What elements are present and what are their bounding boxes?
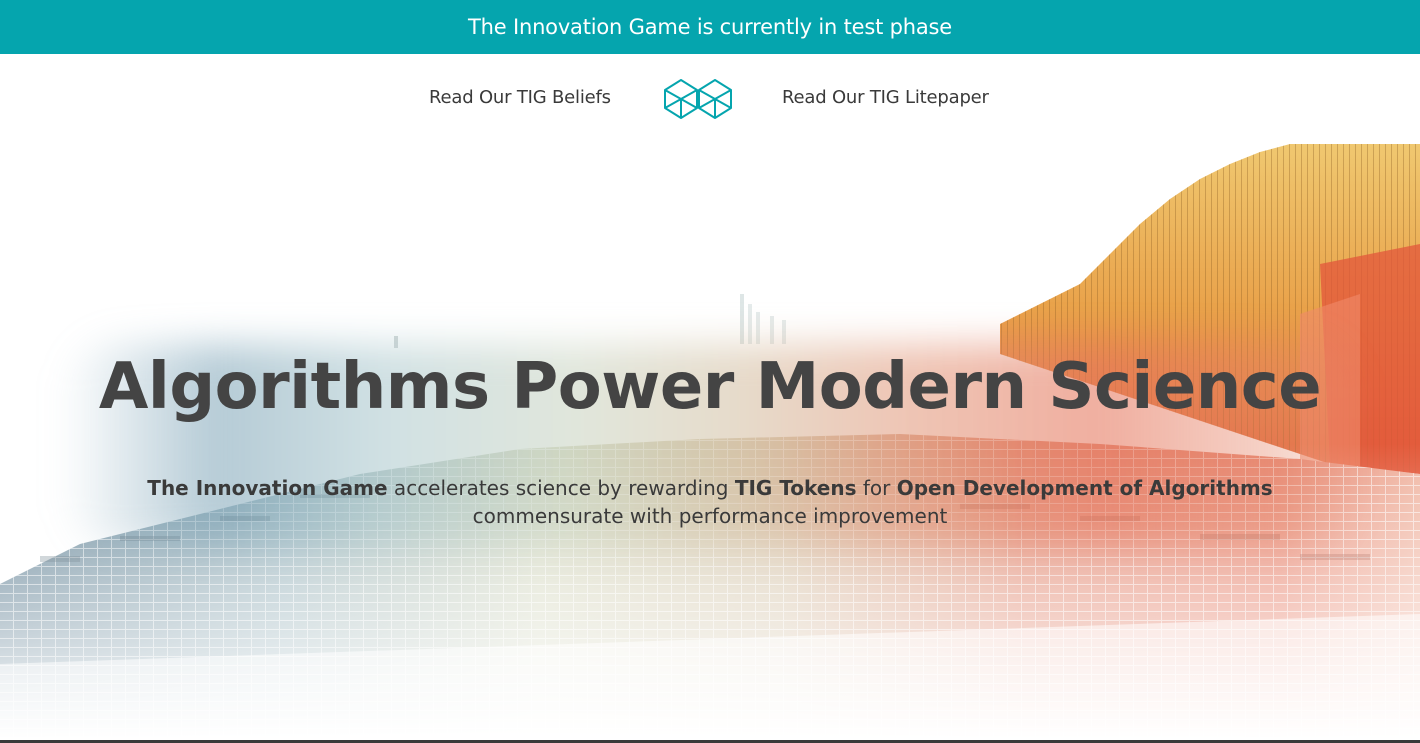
litepaper-link[interactable]: Read Our TIG Litepaper [782,87,989,108]
sub-bold-open-dev: Open Development of Algorithms [896,476,1273,500]
hero-section: Algorithms Power Modern Science The Inno… [0,144,1420,740]
sub-line-2: commensurate with performance improvemen… [472,504,948,528]
top-navigation: Read Our TIG Beliefs Read Our TIG Litepa… [0,54,1420,144]
announcement-banner: The Innovation Game is currently in test… [0,0,1420,54]
hero-subheadline: The Innovation Game accelerates science … [0,474,1420,530]
sub-text-2: for [856,476,897,500]
sub-text-1: accelerates science by rewarding [387,476,735,500]
banner-text: The Innovation Game is currently in test… [468,15,952,39]
tig-logo-icon[interactable] [663,78,733,120]
sub-bold-tokens: TIG Tokens [734,476,857,500]
sub-bold-game: The Innovation Game [147,476,388,500]
beliefs-link[interactable]: Read Our TIG Beliefs [429,87,611,108]
hero-headline: Algorithms Power Modern Science [98,350,1322,424]
